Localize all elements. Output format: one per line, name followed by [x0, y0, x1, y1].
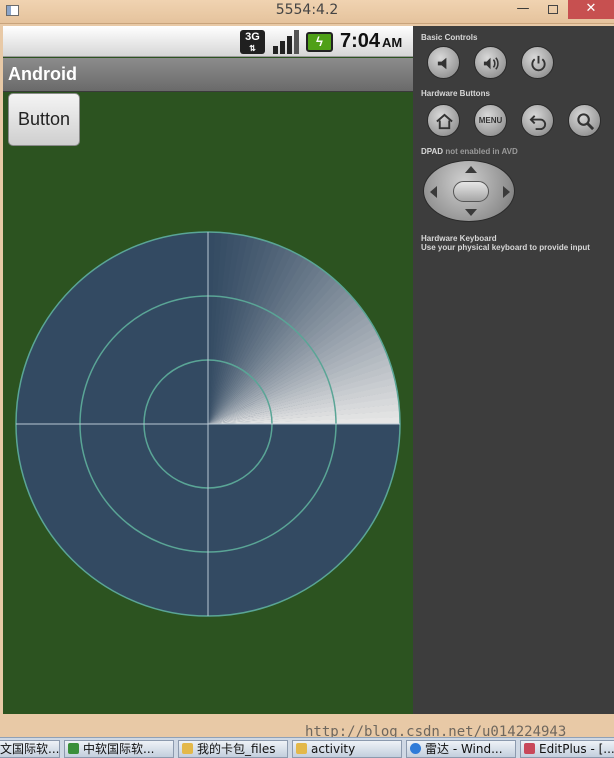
hardware-keyboard-note: Use your physical keyboard to provide in… — [421, 243, 590, 252]
power-button[interactable] — [521, 46, 554, 79]
clock-ampm: AM — [382, 35, 403, 50]
dpad-right-icon[interactable] — [503, 186, 510, 198]
network-arrows-icon: ⇅ — [249, 44, 256, 53]
taskbar-item[interactable]: 雷达 - Wind... — [406, 740, 516, 758]
radar-view — [15, 231, 401, 617]
search-button[interactable] — [568, 104, 601, 137]
status-bar: 3G ⇅ ϟ 7:04 AM — [3, 26, 413, 57]
volume-down-icon — [437, 57, 447, 70]
app-title: Android — [8, 64, 77, 84]
editplus-icon — [524, 743, 535, 754]
basic-controls-label: Basic Controls — [421, 33, 478, 42]
device-screen: 3G ⇅ ϟ 7:04 AM Android Button — [3, 26, 413, 714]
home-icon — [436, 113, 453, 130]
hardware-keyboard-label: Hardware Keyboard — [421, 234, 497, 243]
clock-time: 7:04 — [340, 30, 381, 52]
taskbar-item[interactable]: EditPlus - [... — [520, 740, 614, 758]
hardware-buttons-label: Hardware Buttons — [421, 89, 490, 98]
menu-button[interactable]: MENU — [474, 104, 507, 137]
dpad-title: DPAD — [421, 147, 444, 156]
volume-up-button[interactable] — [474, 46, 507, 79]
dpad-left-icon[interactable] — [430, 186, 437, 198]
radar-sweep — [208, 232, 400, 425]
maximize-button[interactable] — [538, 0, 568, 19]
minimize-button[interactable]: — — [508, 0, 538, 19]
dpad-down-icon[interactable] — [465, 209, 477, 216]
maximize-icon — [548, 5, 558, 14]
dpad-up-icon[interactable] — [465, 166, 477, 173]
signal-strength-icon — [273, 30, 299, 54]
ie-icon — [410, 743, 421, 754]
folder-icon — [296, 743, 307, 754]
back-icon — [529, 115, 547, 131]
volume-up-icon — [483, 57, 499, 70]
close-button[interactable]: ✕ — [568, 0, 614, 19]
action-bar: Android — [3, 58, 413, 92]
taskbar-item[interactable]: 中软国际软... — [64, 740, 174, 758]
taskbar-item[interactable]: activity — [292, 740, 402, 758]
back-button[interactable] — [521, 104, 554, 137]
dpad-control[interactable] — [423, 160, 515, 222]
battery-charging-icon: ϟ — [306, 32, 333, 52]
network-3g-icon: 3G ⇅ — [240, 30, 265, 54]
dpad-center-button[interactable] — [453, 181, 489, 202]
volume-down-button[interactable] — [427, 46, 460, 79]
search-icon — [577, 113, 595, 131]
status-clock: 7:04 AM — [340, 30, 402, 53]
folder-icon — [182, 743, 193, 754]
dpad-label: DPAD not enabled in AVD — [421, 147, 518, 156]
phone-icon — [68, 743, 79, 754]
network-type: 3G — [245, 31, 260, 43]
taskbar-item[interactable]: 文国际软... — [0, 740, 60, 758]
taskbar-item[interactable]: 我的卡包_files — [178, 740, 288, 758]
dpad-note: not enabled in AVD — [445, 147, 518, 156]
taskbar: 文国际软... 中软国际软... 我的卡包_files activity 雷达 … — [0, 737, 614, 758]
emulator-controls-panel: Basic Controls Hardware Buttons MENU DPA… — [413, 26, 614, 714]
home-button[interactable] — [427, 104, 460, 137]
app-button[interactable]: Button — [8, 93, 80, 146]
window-titlebar: 5554:4.2 — ✕ — [0, 0, 614, 24]
power-icon — [531, 55, 546, 72]
menu-button-label: MENU — [478, 116, 503, 125]
